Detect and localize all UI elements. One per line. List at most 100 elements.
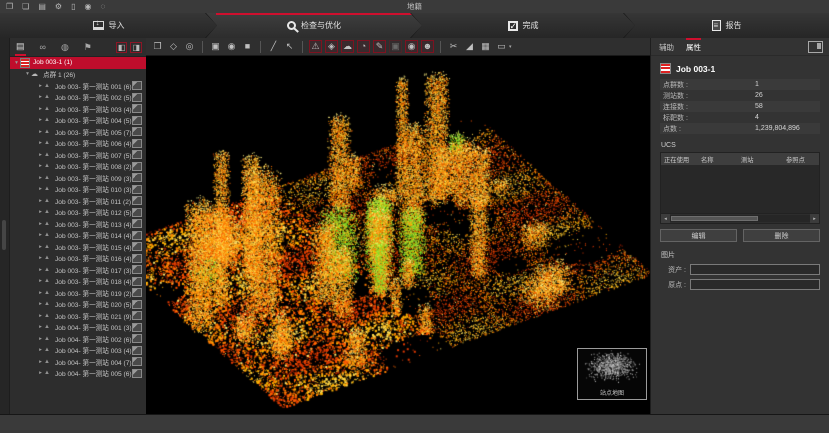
workflow-step-review[interactable]: 检查与优化: [206, 13, 422, 38]
tree-row-station[interactable]: ▸▲Job 003- 第一测站 021 (9): [10, 310, 146, 322]
photo-thumbnail-icon[interactable]: [132, 208, 142, 217]
photo-thumbnail-icon[interactable]: [132, 357, 142, 366]
minimap-canvas[interactable]: [579, 350, 647, 390]
photo-thumbnail-icon[interactable]: [132, 334, 142, 343]
expand-arrow-icon[interactable]: ▸: [37, 106, 44, 112]
tree-row-pointcloud-group[interactable]: ▾☁点群 1 (26): [10, 69, 146, 81]
expand-arrow-icon[interactable]: ▸: [37, 198, 44, 204]
expand-arrow-icon[interactable]: ▸: [37, 267, 44, 273]
tab-assistant[interactable]: 辅助: [659, 38, 674, 55]
point-cloud-canvas[interactable]: [146, 56, 650, 414]
photo-thumbnail-icon[interactable]: [132, 277, 142, 286]
tree-row-station[interactable]: ▸▲Job 003- 第一测站 019 (2): [10, 287, 146, 299]
image-marker-icon[interactable]: ▣: [389, 40, 402, 53]
point-cloud-viewport[interactable]: 站点地图: [146, 56, 650, 414]
tree-row-station[interactable]: ▸▲Job 003- 第一测站 010 (3): [10, 184, 146, 196]
photo-thumbnail-icon[interactable]: [132, 231, 142, 240]
tree-row-station[interactable]: ▸▲Job 003- 第一测站 001 (6): [10, 80, 146, 92]
tree-row-station[interactable]: ▸▲Job 004- 第一测站 005 (6): [10, 368, 146, 380]
expand-arrow-icon[interactable]: ▸: [37, 186, 44, 192]
scroll-right-icon[interactable]: ▸: [810, 214, 819, 223]
tree-row-station[interactable]: ▸▲Job 003- 第一测站 015 (4): [10, 241, 146, 253]
tree-row-station[interactable]: ▸▲Job 003- 第一测站 011 (2): [10, 195, 146, 207]
panel-layout-icon[interactable]: [808, 41, 823, 53]
expand-arrow-icon[interactable]: ▸: [37, 140, 44, 146]
expand-arrow-icon[interactable]: ▸: [37, 94, 44, 100]
tree-row-station[interactable]: ▸▲Job 004- 第一测站 002 (6): [10, 333, 146, 345]
expand-arrow-icon[interactable]: ▸: [37, 117, 44, 123]
tree-row-station[interactable]: ▸▲Job 003- 第一测站 006 (4): [10, 138, 146, 150]
warning-marker-icon[interactable]: ⚠: [309, 40, 322, 53]
photo-thumbnail-icon[interactable]: [132, 219, 142, 228]
location-pin-icon[interactable]: ◉: [405, 40, 418, 53]
expand-arrow-icon[interactable]: ▾: [13, 60, 20, 66]
image-pane-icon[interactable]: ▦: [479, 40, 492, 53]
marks-tab[interactable]: ⚑: [83, 40, 93, 55]
photo-thumbnail-icon[interactable]: [132, 185, 142, 194]
edit-button[interactable]: 编辑: [660, 229, 737, 242]
photo-thumbnail-icon[interactable]: [132, 288, 142, 297]
limit-box-icon[interactable]: ◔: [357, 40, 370, 53]
cut-icon[interactable]: ✂: [447, 40, 460, 53]
viewpoint-icon[interactable]: ◇: [167, 40, 180, 53]
photo-thumbnail-icon[interactable]: [132, 323, 142, 332]
expand-arrow-icon[interactable]: ▸: [37, 370, 44, 376]
tree-row-station[interactable]: ▸▲Job 003- 第一测站 016 (4): [10, 253, 146, 265]
expand-arrow-icon[interactable]: ▸: [37, 83, 44, 89]
workflow-step-finalize[interactable]: 完成: [411, 13, 635, 38]
dropdown-caret-icon[interactable]: ▾: [509, 44, 512, 50]
pick-point-icon[interactable]: ↖: [283, 40, 296, 53]
expand-arrow-icon[interactable]: ▾: [24, 71, 31, 77]
expand-arrow-icon[interactable]: ▸: [37, 336, 44, 342]
zoom-window-icon[interactable]: ◎: [183, 40, 196, 53]
workflow-step-report[interactable]: 报告: [624, 13, 829, 38]
expand-arrow-icon[interactable]: ▸: [37, 232, 44, 238]
expand-arrow-icon[interactable]: ▸: [37, 347, 44, 353]
photo-thumbnail-icon[interactable]: [132, 104, 142, 113]
photo-thumbnail-icon[interactable]: [132, 242, 142, 251]
photo-thumbnail-icon[interactable]: [132, 369, 142, 378]
collapsed-panel-strip[interactable]: [0, 38, 10, 415]
tree-row-station[interactable]: ▸▲Job 003- 第一测站 014 (4): [10, 230, 146, 242]
expand-arrow-icon[interactable]: ▸: [37, 221, 44, 227]
tree-row-station[interactable]: ▸▲Job 004- 第一测站 004 (7): [10, 356, 146, 368]
photo-thumbnail-icon[interactable]: [132, 300, 142, 309]
expand-arrow-icon[interactable]: ▸: [37, 209, 44, 215]
measure-icon[interactable]: ╱: [267, 40, 280, 53]
display-mode-icon[interactable]: ▭: [495, 40, 508, 53]
photo-thumbnail-icon[interactable]: [132, 139, 142, 148]
duplicate-icon[interactable]: ❐: [151, 40, 164, 53]
tree-row-station[interactable]: ▸▲Job 003- 第一测站 004 (5): [10, 115, 146, 127]
tree-row-station[interactable]: ▸▲Job 003- 第一测站 012 (5): [10, 207, 146, 219]
expand-arrow-icon[interactable]: ▸: [37, 313, 44, 319]
tree-row-station[interactable]: ▸▲Job 003- 第一测站 002 (5): [10, 92, 146, 104]
photo-thumbnail-icon[interactable]: [132, 127, 142, 136]
expand-arrow-icon[interactable]: ▸: [37, 324, 44, 330]
person-pin-icon[interactable]: ☻: [421, 40, 434, 53]
tree-row-station[interactable]: ▸▲Job 003- 第一测站 007 (5): [10, 149, 146, 161]
tree-row-station[interactable]: ▸▲Job 003- 第一测站 013 (4): [10, 218, 146, 230]
expand-arrow-icon[interactable]: ▸: [37, 359, 44, 365]
delete-button[interactable]: 删除: [743, 229, 820, 242]
tree-row-station[interactable]: ▸▲Job 003- 第一测站 003 (4): [10, 103, 146, 115]
ucs-scrollbar[interactable]: ◂ ▸: [661, 213, 819, 223]
asset-input[interactable]: [690, 264, 820, 275]
expand-arrow-icon[interactable]: ▸: [37, 278, 44, 284]
expand-arrow-icon[interactable]: ▸: [37, 301, 44, 307]
tree-row-station[interactable]: ▸▲Job 003- 第一测站 018 (4): [10, 276, 146, 288]
scroll-left-icon[interactable]: ◂: [661, 214, 670, 223]
project-tree-tab[interactable]: ▤: [15, 39, 26, 56]
origin-input[interactable]: [690, 279, 820, 290]
tag-marker-icon[interactable]: ◈: [325, 40, 338, 53]
camera-icon[interactable]: ▣: [209, 40, 222, 53]
photo-thumbnail-icon[interactable]: [132, 254, 142, 263]
scrollbar-track[interactable]: [670, 215, 810, 222]
cube-view-icon[interactable]: ■: [241, 40, 254, 53]
photo-thumbnail-icon[interactable]: [132, 311, 142, 320]
expand-arrow-icon[interactable]: ▸: [37, 290, 44, 296]
annotate-icon[interactable]: ✎: [373, 40, 386, 53]
filter-images-icon[interactable]: ◨: [130, 42, 142, 53]
photo-thumbnail-icon[interactable]: [132, 93, 142, 102]
tab-properties[interactable]: 属性: [686, 38, 701, 55]
tree-row-station[interactable]: ▸▲Job 004- 第一测站 003 (4): [10, 345, 146, 357]
